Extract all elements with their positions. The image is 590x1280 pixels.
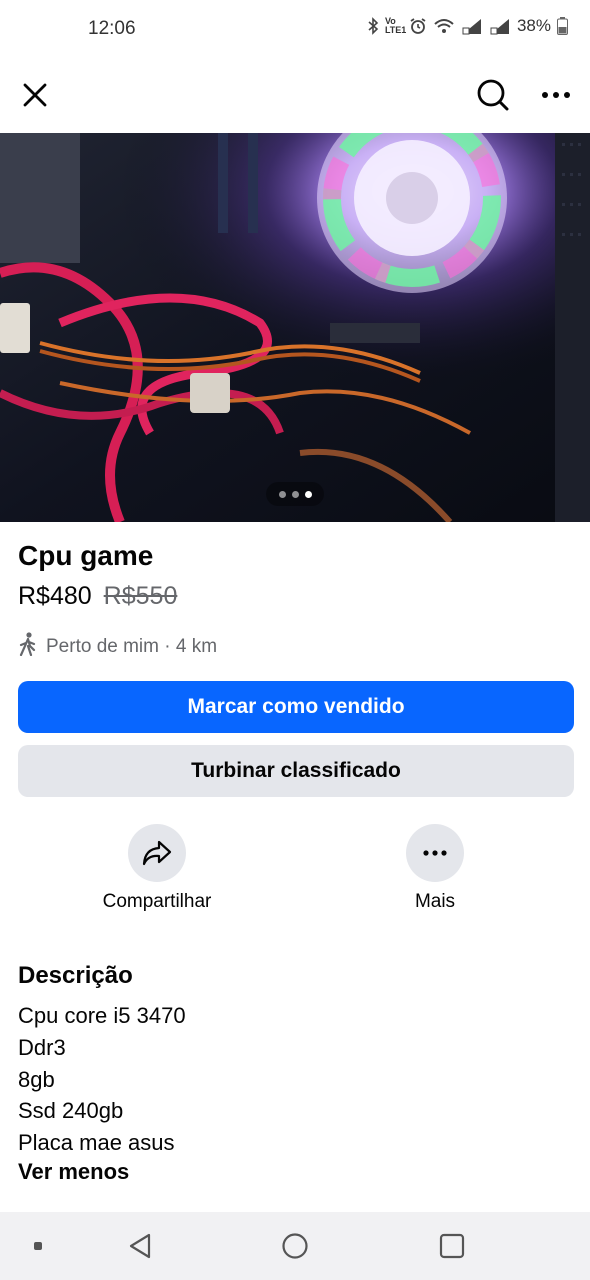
- walking-person-icon: [18, 632, 38, 662]
- system-nav-bar: [0, 1212, 590, 1280]
- price-row: R$480 R$550: [18, 582, 177, 611]
- old-price: R$550: [103, 582, 178, 610]
- carousel-dot-active[interactable]: [304, 490, 312, 498]
- carousel-indicator[interactable]: [266, 482, 324, 506]
- wifi-icon: [433, 17, 455, 35]
- price: R$480: [18, 582, 92, 610]
- recents-icon[interactable]: [430, 1212, 474, 1280]
- product-photo[interactable]: [0, 133, 590, 522]
- description-line: 8gb: [18, 1066, 55, 1092]
- top-bar: [0, 58, 590, 134]
- signal-icon: [461, 17, 483, 35]
- more-horizontal-icon[interactable]: [532, 71, 580, 119]
- recent-dot-icon: [28, 1212, 48, 1280]
- location-row[interactable]: Perto de mim · 4 km: [18, 632, 217, 662]
- status-bar: 12:06 Vo LTE1 38%: [0, 0, 590, 58]
- volte-icon: Vo LTE1: [384, 16, 407, 35]
- battery-percent: 38%: [516, 16, 551, 35]
- bluetooth-icon: [367, 17, 379, 35]
- boost-listing-button[interactable]: Turbinar classificado: [18, 745, 574, 797]
- see-less-link[interactable]: Ver menos: [18, 1159, 129, 1185]
- more-horizontal-icon[interactable]: [406, 824, 464, 882]
- more-action[interactable]: Mais: [355, 824, 515, 913]
- status-icons: Vo LTE1 38%: [367, 16, 568, 36]
- share-action[interactable]: Compartilhar: [77, 824, 237, 913]
- close-icon[interactable]: [11, 71, 59, 119]
- description-line: Ddr3: [18, 1034, 66, 1060]
- description-line: Placa mae asus: [18, 1130, 175, 1156]
- share-icon[interactable]: [128, 824, 186, 882]
- alarm-icon: [409, 17, 427, 35]
- signal-icon: [489, 17, 511, 35]
- status-time: 12:06: [88, 18, 136, 39]
- listing-title: Cpu game: [18, 540, 154, 571]
- more-label: Mais: [414, 891, 456, 912]
- product-photo-illustration: [0, 133, 590, 522]
- carousel-dot[interactable]: [291, 490, 299, 498]
- description-line: Ssd 240gb: [18, 1098, 124, 1124]
- location-text: Perto de mim · 4 km: [46, 636, 218, 657]
- carousel-dot[interactable]: [278, 490, 286, 498]
- battery-icon: [557, 17, 568, 35]
- mark-as-sold-button[interactable]: Marcar como vendido: [18, 681, 574, 733]
- share-label: Compartilhar: [102, 891, 212, 912]
- description-text: Cpu core i5 3470 Ddr3 8gb Ssd 240gb Plac…: [18, 1000, 186, 1159]
- description-heading: Descrição: [18, 962, 133, 989]
- search-icon[interactable]: [469, 71, 517, 119]
- description-line: Cpu core i5 3470: [18, 1003, 186, 1028]
- home-icon[interactable]: [273, 1212, 317, 1280]
- back-icon[interactable]: [118, 1212, 162, 1280]
